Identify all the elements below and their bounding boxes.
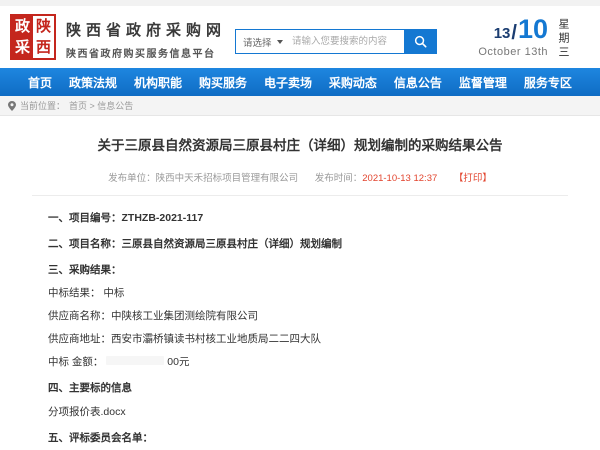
site-title: 陕西省政府采购网 [66,19,226,40]
article-meta: 发布单位：陕西中天禾招标项目管理有限公司 发布时间：2021-10-13 12:… [32,170,568,196]
bid-result-line: 中标结果： 中标 [48,287,552,299]
site-logo: 政 陕 采 西 [10,14,56,60]
nav-item-functions[interactable]: 机构职能 [134,74,182,91]
site-header: 政 陕 采 西 陕西省政府采购网 陕西省政府购买服务信息平台 请选择 13 / … [0,6,600,68]
date-day: 13 [494,26,511,43]
main-nav: 首页 政策法规 机构职能 购买服务 电子卖场 采购动态 信息公告 监督管理 服务… [0,68,600,96]
attachment-link[interactable]: 分项报价表.docx [48,406,552,418]
nav-item-home[interactable]: 首页 [28,74,52,91]
nav-item-servicezone[interactable]: 服务专区 [524,74,572,91]
section-project-name: 二、项目名称：三原县自然资源局三原县村庄（详细）规划编制 [48,238,552,250]
date-month-name: October [478,46,521,58]
nav-item-policies[interactable]: 政策法规 [69,74,117,91]
logo-char: 陕 [33,16,54,37]
article-body: 一、项目编号：ZTHZB-2021-117 二、项目名称：三原县自然资源局三原县… [32,196,568,444]
date-subtitle: October 13th [478,46,548,58]
nav-item-purchase[interactable]: 购买服务 [199,74,247,91]
redacted-amount [106,356,164,365]
chevron-down-icon [277,40,283,44]
site-titles: 陕西省政府采购网 陕西省政府购买服务信息平台 [66,19,226,60]
search-icon [414,35,427,48]
date-slash: / [511,23,517,43]
publish-time-label: 发布时间： [315,173,363,184]
section-committee-heading: 五、评标委员会名单： [48,432,552,444]
search-input[interactable] [292,30,404,53]
page-title: 关于三原县自然资源局三原县村庄（详细）规划编制的采购结果公告 [32,134,568,154]
publisher-value: 陕西中天禾招标项目管理有限公司 [156,173,299,184]
logo-char: 政 [12,16,33,37]
logo-char: 西 [33,37,54,58]
bid-amount-label: 中标 金额： [48,356,103,368]
breadcrumb-path[interactable]: 首页 > 信息公告 [69,99,133,112]
bid-amount-suffix: 00元 [167,356,189,368]
date-ordinal: 13th [525,46,548,58]
nav-item-emarket[interactable]: 电子卖场 [264,74,312,91]
supplier-name-line: 供应商名称：中陕核工业集团测绘院有限公司 [48,310,552,322]
print-button[interactable]: 【打印】 [454,173,492,184]
date-month: 10 [518,16,548,43]
date-weekday: 星期三 [557,16,568,60]
section-result-heading: 三、采购结果： [48,264,552,276]
section-project-number: 一、项目编号：ZTHZB-2021-117 [48,212,552,224]
section-subject-info: 四、主要标的信息 [48,382,552,394]
search-category-value: 请选择 [243,35,272,49]
date-main: 13 / 10 October 13th [478,16,548,58]
bid-amount-line: 中标 金额： 00元 [48,356,552,368]
breadcrumb-prefix: 当前位置： [20,99,65,112]
search-button[interactable] [404,30,436,53]
nav-item-supervision[interactable]: 监督管理 [459,74,507,91]
breadcrumb: 当前位置： 首页 > 信息公告 [0,96,600,116]
search-category-select[interactable]: 请选择 [236,30,292,53]
logo-char: 采 [12,37,33,58]
search-bar: 请选择 [235,29,437,54]
announcement-article: 关于三原县自然资源局三原县村庄（详细）规划编制的采购结果公告 发布单位：陕西中天… [0,116,600,450]
publisher-label: 发布单位： [108,173,156,184]
location-pin-icon [8,101,16,111]
nav-item-dynamics[interactable]: 采购动态 [329,74,377,91]
nav-item-announcements[interactable]: 信息公告 [394,74,442,91]
site-subtitle: 陕西省政府购买服务信息平台 [66,45,226,60]
publish-time-value: 2021-10-13 12:37 [362,173,437,184]
date-widget: 13 / 10 October 13th 星期三 [478,16,590,60]
supplier-addr-line: 供应商地址：西安市灞桥镇读书村核工业地质局二二四大队 [48,333,552,345]
